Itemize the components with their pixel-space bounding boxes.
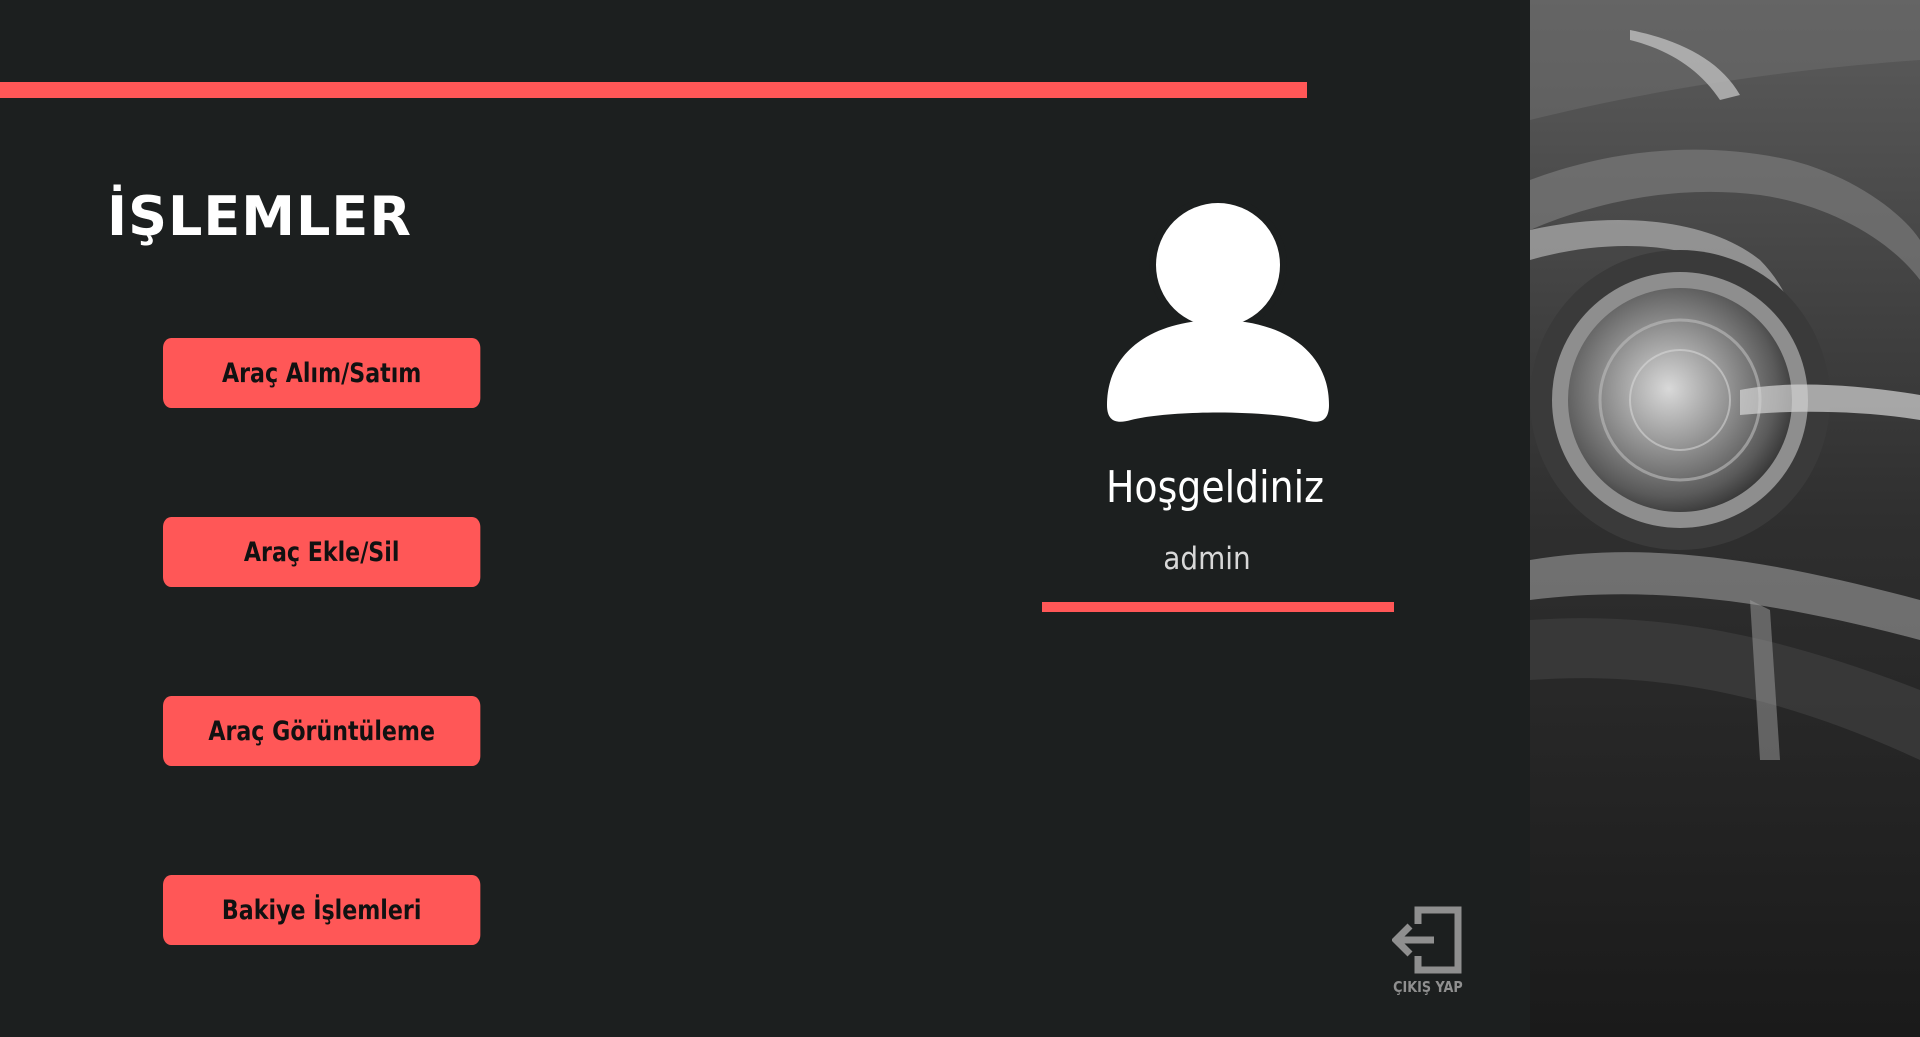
welcome-text: Hoşgeldiniz bbox=[1105, 462, 1325, 513]
main-window: İŞLEMLER Araç Alım/Satım Araç Ekle/Sil A… bbox=[0, 0, 1920, 1037]
vehicle-buy-sell-label: Araç Alım/Satım bbox=[221, 357, 422, 389]
vehicle-view-label: Araç Görüntüleme bbox=[208, 715, 436, 747]
logout-button[interactable]: ÇIKIŞ YAP bbox=[1378, 902, 1478, 1002]
vehicle-view-button[interactable]: Araç Görüntüleme bbox=[163, 696, 481, 766]
car-photo-illustration bbox=[1530, 0, 1920, 1037]
logout-icon bbox=[1392, 906, 1462, 974]
balance-operations-button[interactable]: Bakiye İşlemleri bbox=[163, 875, 481, 945]
user-icon bbox=[1107, 200, 1329, 422]
section-title: İŞLEMLER bbox=[107, 185, 412, 248]
car-headlight-photo bbox=[1530, 0, 1920, 1037]
username-text: admin bbox=[1163, 541, 1251, 577]
logout-label: ÇIKIŞ YAP bbox=[1393, 978, 1463, 996]
balance-operations-label: Bakiye İşlemleri bbox=[221, 894, 422, 926]
user-underline bbox=[1042, 602, 1394, 612]
vehicle-add-remove-button[interactable]: Araç Ekle/Sil bbox=[163, 517, 481, 587]
top-accent-bar bbox=[0, 82, 1307, 98]
vehicle-add-remove-label: Araç Ekle/Sil bbox=[243, 536, 400, 568]
vehicle-buy-sell-button[interactable]: Araç Alım/Satım bbox=[163, 338, 481, 408]
